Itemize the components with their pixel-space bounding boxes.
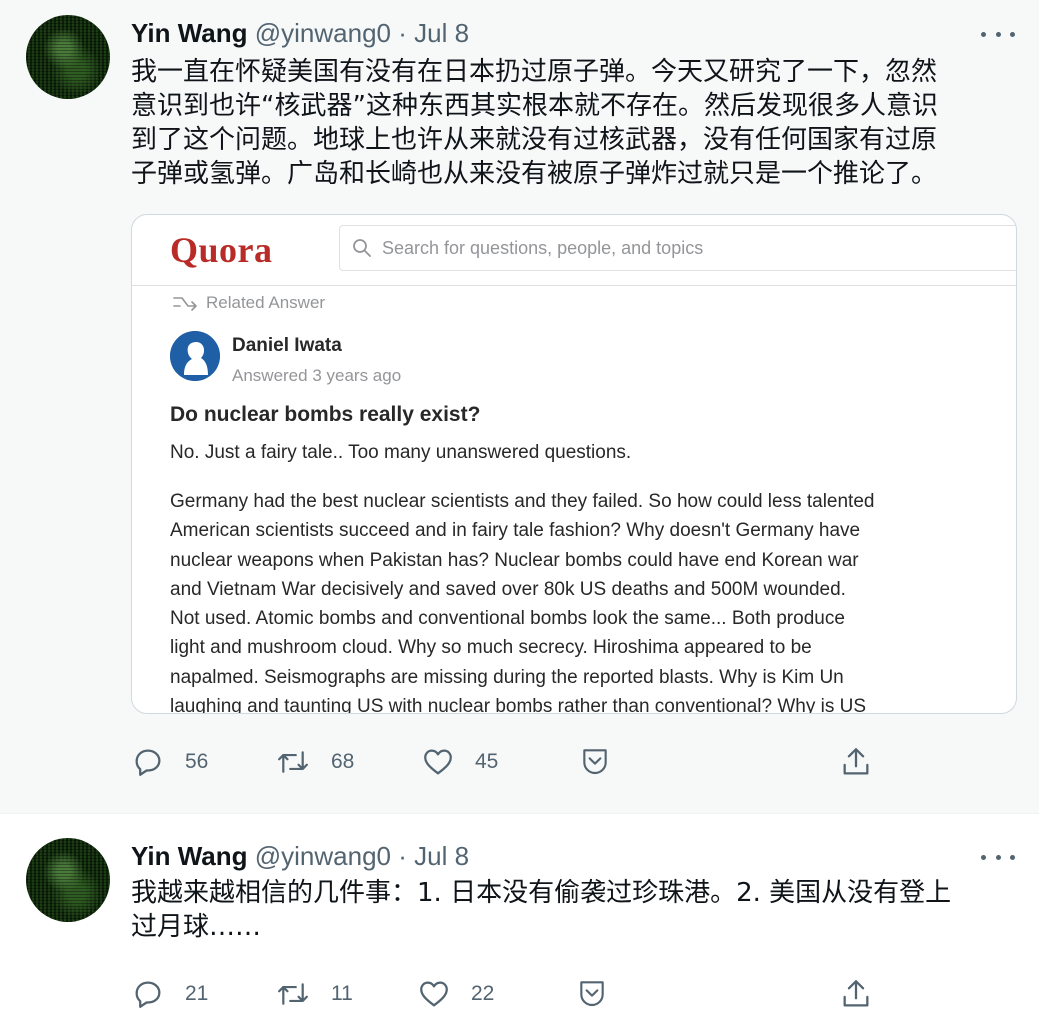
author-name[interactable]: Yin Wang — [131, 18, 248, 48]
like-button[interactable]: 45 — [421, 745, 498, 779]
retweet-arrows-icon — [278, 751, 308, 773]
quora-short-answer: No. Just a fairy tale.. Too many unanswe… — [170, 442, 632, 463]
quora-search-bar — [339, 225, 1016, 271]
reply-bubble-icon — [135, 749, 161, 776]
quora-author-avatar — [170, 331, 220, 381]
answer-line: laughing and taunting US with nuclear bo… — [170, 696, 867, 714]
reply-button[interactable]: 21 — [131, 977, 208, 1011]
tweet-date[interactable]: Jul 8 — [414, 841, 469, 871]
share-upload-icon — [843, 980, 869, 1007]
bookmark-button[interactable] — [579, 745, 611, 777]
answered-time: Answered 3 years ago — [232, 366, 402, 385]
tweet-date[interactable]: Jul 8 — [414, 18, 469, 48]
author-handle[interactable]: @yinwang0 — [255, 841, 391, 871]
tweet-text-line: 意识到也许“核武器”这种东西其实根本就不存在。然后发现很多人意识 — [131, 91, 938, 121]
author-handle[interactable]: @yinwang0 — [255, 18, 391, 48]
answer-line: and Vietnam War decisively and saved ove… — [170, 578, 846, 600]
retweet-button[interactable]: 68 — [275, 745, 354, 779]
retweet-count: 11 — [331, 982, 353, 1005]
quora-search-input — [380, 236, 1004, 260]
reply-bubble-icon — [135, 981, 161, 1008]
answer-line: American scientists succeed and in fairy… — [170, 520, 861, 542]
retweet-button[interactable]: 11 — [275, 977, 353, 1011]
bookmark-button[interactable] — [576, 977, 608, 1009]
tweet-actions: 56 68 45 — [131, 745, 891, 785]
avatar[interactable] — [26, 15, 110, 99]
quora-answer-body: Germany had the best nuclear scientists … — [170, 487, 990, 714]
share-button[interactable] — [839, 977, 873, 1011]
card-divider — [132, 285, 1016, 286]
like-button[interactable]: 22 — [417, 977, 494, 1011]
tweet-text-line: 子弹或氢弹。广岛和长崎也从来没有被原子弹炸过就只是一个推论了。 — [131, 159, 938, 189]
share-upload-icon — [843, 748, 869, 775]
tweet-text-line: 过月球…… — [131, 912, 262, 942]
heart-icon — [420, 981, 448, 1007]
reply-count: 56 — [185, 750, 209, 773]
related-answer-text: Related Answer — [206, 293, 326, 312]
like-count: 22 — [471, 982, 495, 1005]
reply-count: 21 — [185, 982, 209, 1005]
quora-author-name: Daniel Iwata — [232, 335, 342, 356]
tweet-header: Yin Wang @yinwang0 · Jul 8 — [131, 18, 469, 48]
heart-icon — [424, 749, 452, 775]
retweet-arrows-icon — [278, 983, 308, 1005]
bookmark-chevron-icon — [583, 749, 607, 775]
tweet-actions: 21 11 22 — [131, 977, 891, 1017]
quora-screenshot-card[interactable]: Quora Related Answer Daniel Iwata Answer… — [131, 214, 1017, 714]
retweet-count: 68 — [331, 750, 355, 773]
search-icon — [353, 239, 371, 257]
related-answer-label: Related Answer — [172, 293, 325, 313]
tweet-text: 我一直在怀疑美国有没有在日本扔过原子弹。今天又研究了一下，忽然 意识到也许“核武… — [131, 55, 1011, 191]
related-arrow-icon — [173, 297, 197, 311]
tweet-text-line: 到了这个问题。地球上也许从来就没有过核武器，没有任何国家有过原 — [131, 125, 938, 155]
answer-line: light and mushroom cloud. Why so much se… — [170, 637, 812, 659]
answer-line: napalmed. Seismographs are missing durin… — [170, 666, 844, 688]
reply-button[interactable]: 56 — [131, 745, 208, 779]
tweet[interactable]: Yin Wang @yinwang0 · Jul 8 我一直在怀疑美国有没有在日… — [0, 0, 1039, 813]
bookmark-chevron-icon — [580, 981, 604, 1007]
more-dots-icon[interactable] — [981, 24, 1015, 44]
answer-line: Not used. Atomic bombs and conventional … — [170, 608, 845, 630]
author-name[interactable]: Yin Wang — [131, 841, 248, 871]
tweet[interactable]: Yin Wang @yinwang0 · Jul 8 我越来越相信的几件事：1.… — [0, 813, 1039, 1035]
share-button[interactable] — [839, 745, 873, 779]
avatar[interactable] — [26, 838, 110, 922]
answer-line: Germany had the best nuclear scientists … — [170, 491, 875, 512]
answer-line: nuclear weapons when Pakistan has? Nucle… — [170, 549, 859, 571]
tweet-text-line: 我越来越相信的几件事：1. 日本没有偷袭过珍珠港。2. 美国从没有登上 — [131, 878, 952, 908]
quora-logo: Quora — [170, 230, 273, 270]
tweet-text: 我越来越相信的几件事：1. 日本没有偷袭过珍珠港。2. 美国从没有登上 过月球…… — [131, 876, 1011, 944]
separator-dot: · — [398, 18, 407, 48]
more-dots-icon[interactable] — [981, 847, 1015, 867]
tweet-text-line: 我一直在怀疑美国有没有在日本扔过原子弹。今天又研究了一下，忽然 — [131, 57, 938, 87]
like-count: 45 — [475, 750, 499, 773]
tweet-header: Yin Wang @yinwang0 · Jul 8 — [131, 841, 469, 871]
quora-question: Do nuclear bombs really exist? — [170, 403, 481, 426]
separator-dot: · — [398, 841, 407, 871]
